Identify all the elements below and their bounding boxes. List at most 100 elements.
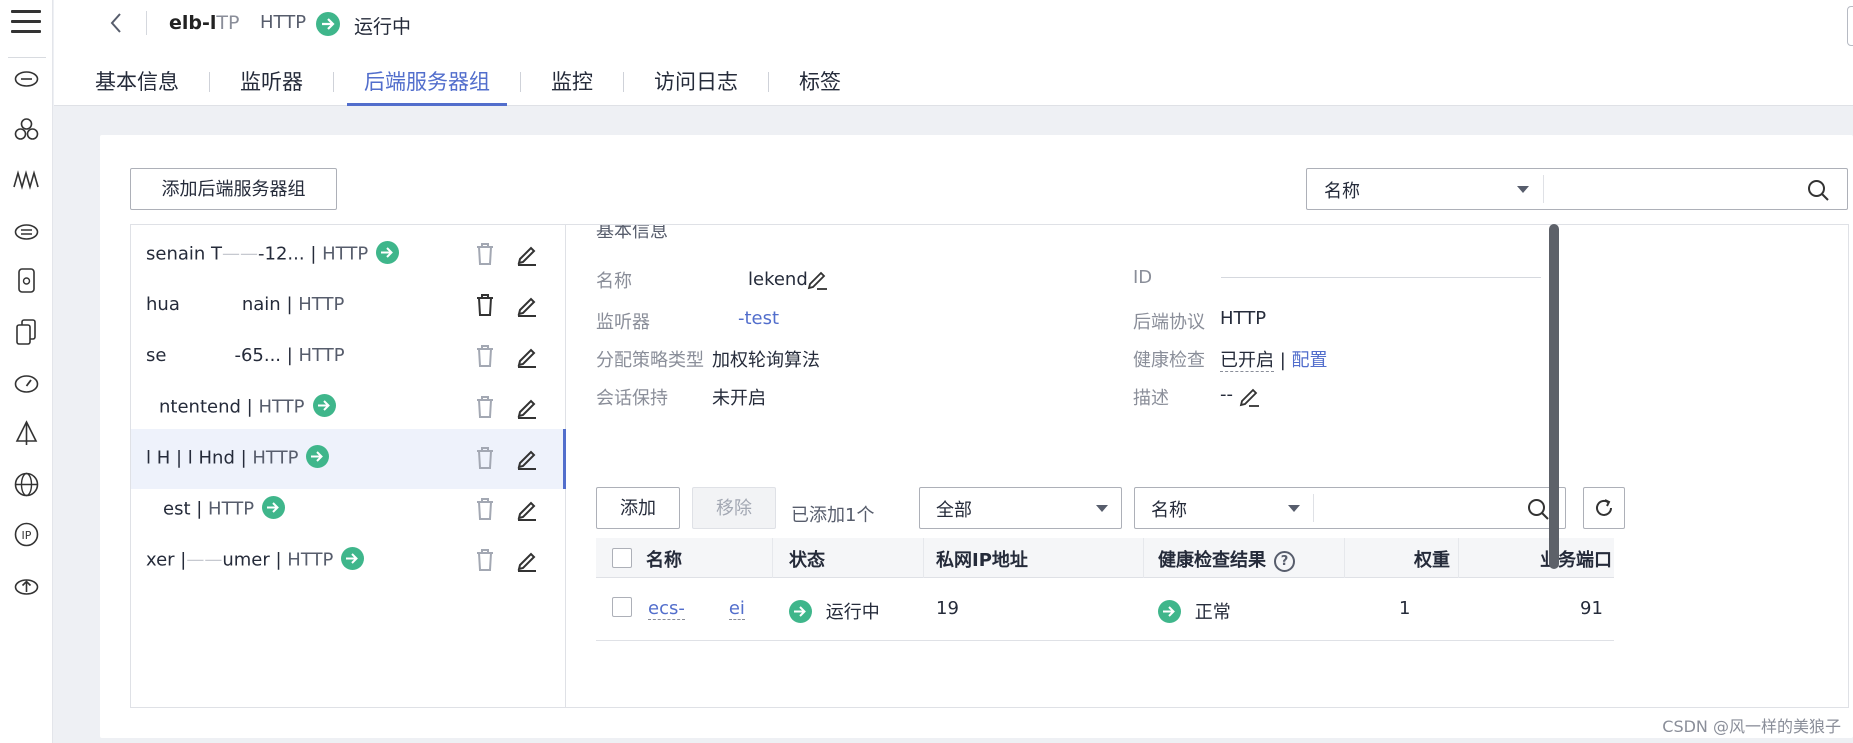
health-config-link[interactable]: 配置 [1292, 350, 1328, 371]
copy-device-icon[interactable] [12, 317, 41, 346]
listener-link[interactable]: -test [738, 308, 779, 329]
col-health-result[interactable]: 健康检查结果? [1158, 546, 1295, 573]
delete-icon[interactable] [474, 394, 496, 420]
add-server-button[interactable]: 添加 [596, 487, 680, 529]
backend-group-label: l H | l Hnd | HTTP [146, 445, 330, 470]
col-name[interactable]: 名称 [646, 546, 682, 572]
remove-server-button[interactable]: 移除 [692, 487, 776, 529]
listener-arrow-icon [306, 445, 330, 468]
server-table-header: 名称 状态 私网IP地址 健康检查结果? 权重 业务端口 [596, 538, 1614, 578]
chevron-down-icon[interactable] [1517, 186, 1529, 193]
table-row[interactable]: ecs-ei 运行中 19 正常 1 91 [596, 578, 1614, 641]
waveform-icon[interactable] [12, 165, 41, 194]
col-divider [1143, 538, 1144, 578]
watermark: CSDN @风一样的美狼子 [1662, 717, 1841, 736]
tab-monitoring[interactable]: 监控 [551, 62, 593, 106]
health-check-label: 健康检查 [1133, 350, 1205, 371]
add-backend-group-button[interactable]: 添加后端服务器组 [130, 168, 337, 210]
tab-tags[interactable]: 标签 [799, 62, 841, 106]
id-label: ID [1133, 267, 1153, 288]
backend-group-label: hua nain | HTTP [146, 294, 345, 315]
col-status[interactable]: 状态 [789, 546, 825, 572]
edit-icon[interactable] [515, 547, 539, 573]
server-search-box: 名称 [1134, 487, 1566, 529]
cloud-upload-icon[interactable] [12, 571, 41, 600]
globe-web-icon[interactable] [12, 470, 41, 499]
tab-divider [768, 72, 769, 92]
delete-icon[interactable] [474, 445, 496, 471]
edit-icon[interactable] [515, 241, 539, 267]
edit-icon[interactable] [515, 292, 539, 318]
server-health-text: 正常 [1194, 602, 1231, 623]
row-checkbox[interactable] [612, 597, 632, 617]
tab-backend-server-groups[interactable]: 后端服务器组 [347, 62, 507, 106]
col-private-ip[interactable]: 私网IP地址 [936, 546, 1028, 572]
delete-icon[interactable] [474, 292, 496, 318]
col-divider [1458, 538, 1459, 578]
menu-icon[interactable] [11, 10, 41, 36]
health-check-status: 已开启 | 配置 [1220, 346, 1328, 372]
cloud-speed-icon[interactable] [12, 368, 41, 397]
cloud-disk-icon[interactable] [12, 216, 41, 245]
server-search-field[interactable]: 名称 [1151, 496, 1187, 522]
search-icon[interactable] [1527, 498, 1549, 520]
delete-icon[interactable] [474, 496, 496, 522]
edit-name-icon[interactable] [806, 268, 828, 290]
help-icon[interactable]: ? [1274, 551, 1295, 572]
chevron-down-icon[interactable] [1288, 505, 1300, 512]
policy-value: 加权轮询算法 [712, 350, 820, 371]
listener-label: 监听器 [596, 312, 650, 333]
backend-protocol-value: HTTP [1220, 308, 1267, 329]
edit-icon[interactable] [515, 445, 539, 471]
health-check-value: 已开启 [1220, 350, 1274, 372]
listener-arrow-icon [341, 547, 365, 570]
healthy-status-icon [1158, 599, 1181, 623]
listener-arrow-icon [262, 496, 286, 519]
tab-listeners[interactable]: 监听器 [240, 62, 303, 106]
cloud-router-icon[interactable] [12, 63, 41, 92]
col-weight[interactable]: 权重 [1414, 546, 1450, 572]
backend-group-label: se -65... | HTTP [146, 345, 345, 366]
cluster-icon[interactable] [12, 115, 41, 144]
edit-icon[interactable] [515, 343, 539, 369]
scrollbar[interactable] [1549, 224, 1559, 569]
elb-status: 运行中 [354, 16, 412, 38]
server-ip: 19 [936, 598, 959, 619]
server-status-text: 运行中 [825, 602, 880, 623]
search-field-select[interactable]: 名称 [1324, 177, 1360, 203]
name-value: lekend [748, 269, 808, 290]
select-all-checkbox[interactable] [612, 548, 632, 568]
side-nav-rail: IP [0, 0, 53, 743]
backend-group-label: xer |——umer | HTTP [146, 547, 365, 572]
tab-basic-info[interactable]: 基本信息 [95, 62, 179, 106]
header-right-control[interactable] [1847, 6, 1853, 46]
back-icon[interactable] [106, 10, 126, 36]
edit-icon[interactable] [515, 394, 539, 420]
ip-icon[interactable]: IP [12, 520, 41, 549]
col-divider [923, 538, 924, 578]
refresh-button[interactable] [1583, 487, 1625, 529]
delete-icon[interactable] [474, 547, 496, 573]
header-divider [146, 11, 147, 35]
server-health: 正常 [1158, 598, 1231, 625]
server-name-tail: ei [728, 598, 745, 620]
policy-label: 分配策略类型 [596, 350, 704, 371]
delete-icon[interactable] [474, 241, 496, 267]
status-filter-select[interactable]: 全部 [919, 487, 1122, 529]
elb-protocol: HTTP [260, 12, 307, 33]
server-name-link[interactable]: ecs-ei [648, 598, 745, 620]
edit-icon[interactable] [515, 496, 539, 522]
device-icon[interactable] [12, 266, 41, 295]
health-sep: | [1279, 350, 1286, 371]
search-icon[interactable] [1807, 179, 1829, 201]
listener-arrow-icon [376, 241, 400, 264]
backend-group-item[interactable]: xer |——umer | HTTP [131, 531, 566, 591]
description-value: -- [1220, 384, 1233, 405]
backend-group-list: senain T——-12... | HTTP hua nain | HTTP s… [130, 224, 566, 708]
delete-icon[interactable] [474, 343, 496, 369]
sail-icon[interactable] [12, 419, 41, 448]
tab-access-logs[interactable]: 访问日志 [654, 62, 738, 106]
edit-description-icon[interactable] [1238, 385, 1260, 407]
id-value-redacted [1221, 277, 1541, 278]
status-filter-value: 全部 [936, 500, 972, 521]
